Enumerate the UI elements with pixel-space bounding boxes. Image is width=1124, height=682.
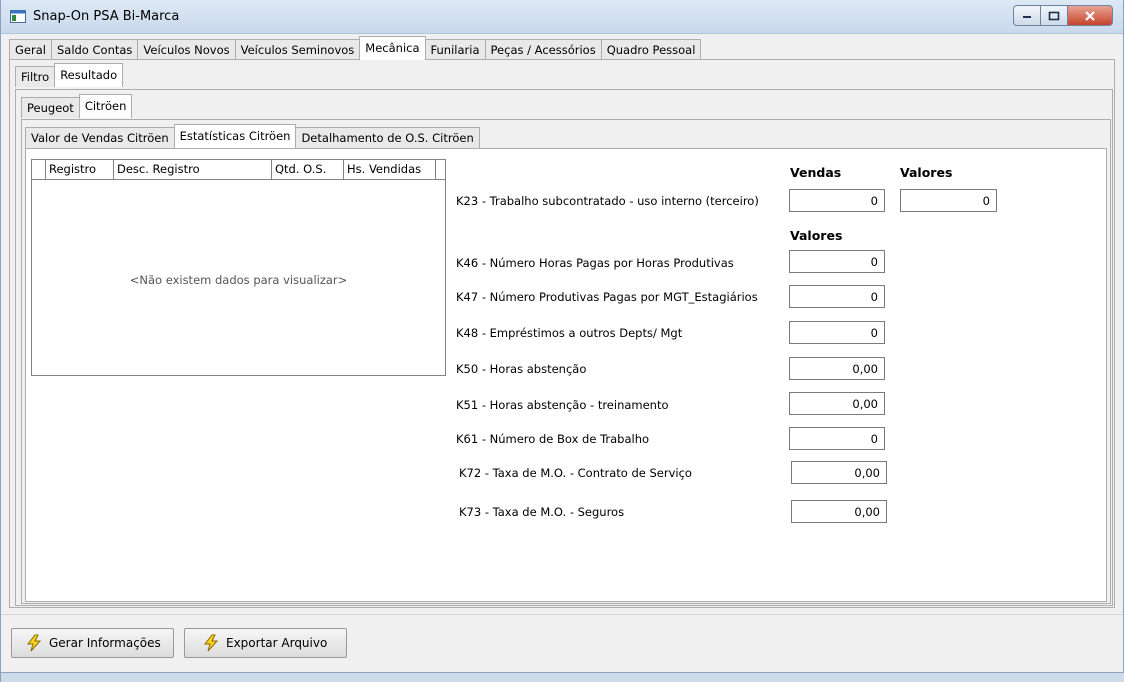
k72-field[interactable]: 0,00 xyxy=(791,461,887,484)
bottom-toolbar: Gerar Informações Exportar Arquivo xyxy=(1,614,1123,672)
k61-label: K61 - Número de Box de Trabalho xyxy=(456,432,650,446)
tab-geral[interactable]: Geral xyxy=(9,39,52,60)
k50-label: K50 - Horas abstenção xyxy=(456,362,587,376)
k47-label: K47 - Número Produtivas Pagas por MGT_Es… xyxy=(456,290,758,304)
lightning-icon xyxy=(203,634,219,652)
title-bar: Snap-On PSA Bi-Marca xyxy=(1,0,1123,34)
k50-field[interactable]: 0,00 xyxy=(789,357,885,380)
k46-field[interactable]: 0 xyxy=(789,250,885,273)
grid-empty-message: <Não existem dados para visualizar> xyxy=(129,273,348,287)
grid-header-hs-vendidas[interactable]: Hs. Vendidas xyxy=(344,160,436,179)
grid-header-qtd-os[interactable]: Qtd. O.S. xyxy=(272,160,344,179)
tab-detalhamento-os-citroen[interactable]: Detalhamento de O.S. Citröen xyxy=(295,127,480,148)
tab-pecas-acessorios[interactable]: Peças / Acessórios xyxy=(484,39,602,60)
lightning-icon xyxy=(26,634,42,652)
k47-field[interactable]: 0 xyxy=(789,285,885,308)
app-window-icon xyxy=(10,10,26,23)
close-icon xyxy=(1085,10,1095,21)
tab-funilaria[interactable]: Funilaria xyxy=(424,39,486,60)
exportar-arquivo-button[interactable]: Exportar Arquivo xyxy=(184,628,347,658)
k73-field[interactable]: 0,00 xyxy=(791,500,887,523)
gerar-informacoes-label: Gerar Informações xyxy=(49,636,161,650)
maximize-icon xyxy=(1048,11,1060,20)
grid-header-indicator xyxy=(32,160,46,179)
k23-valores-field[interactable]: 0 xyxy=(900,189,997,212)
close-button[interactable] xyxy=(1067,5,1113,26)
window-title: Snap-On PSA Bi-Marca xyxy=(33,9,180,24)
k46-label: K46 - Número Horas Pagas por Horas Produ… xyxy=(456,256,734,270)
k48-label: K48 - Empréstimos a outros Depts/ Mgt xyxy=(456,326,683,340)
k61-field[interactable]: 0 xyxy=(789,427,885,450)
k73-label: K73 - Taxa de M.O. - Seguros xyxy=(459,505,625,519)
app-window: Snap-On PSA Bi-Marca Geral Saldo Contas … xyxy=(0,0,1124,682)
gerar-informacoes-button[interactable]: Gerar Informações xyxy=(11,628,174,658)
header-vendas: Vendas xyxy=(790,165,842,180)
k23-vendas-field[interactable]: 0 xyxy=(789,189,885,212)
k72-label: K72 - Taxa de M.O. - Contrato de Serviço xyxy=(459,466,692,480)
tab-veiculos-seminovos[interactable]: Veículos Seminovos xyxy=(234,39,361,60)
minimize-icon xyxy=(1023,15,1031,18)
tab-peugeot[interactable]: Peugeot xyxy=(21,97,80,118)
window-bottom-border xyxy=(1,672,1124,682)
tab-estatisticas-citroen[interactable]: Estatísticas Citröen xyxy=(173,124,297,148)
grid-header-desc-registro[interactable]: Desc. Registro xyxy=(114,160,272,179)
tab-mecanica[interactable]: Mecânica xyxy=(359,36,426,60)
tab-filtro[interactable]: Filtro xyxy=(15,66,56,87)
tab-resultado[interactable]: Resultado xyxy=(54,63,124,87)
k51-label: K51 - Horas abstenção - treinamento xyxy=(456,398,669,412)
minimize-button[interactable] xyxy=(1013,5,1040,26)
k51-field[interactable]: 0,00 xyxy=(789,392,885,415)
tab-quadro-pessoal[interactable]: Quadro Pessoal xyxy=(600,39,702,60)
tab-valor-vendas-citroen[interactable]: Valor de Vendas Citröen xyxy=(25,127,175,148)
grid-header: Registro Desc. Registro Qtd. O.S. Hs. Ve… xyxy=(32,160,445,180)
k48-field[interactable]: 0 xyxy=(789,321,885,344)
k23-label: K23 - Trabalho subcontratado - uso inter… xyxy=(456,194,759,208)
tab-veiculos-novos[interactable]: Veículos Novos xyxy=(137,39,236,60)
grid-header-registro[interactable]: Registro xyxy=(46,160,114,179)
tab-citroen[interactable]: Citröen xyxy=(78,94,133,118)
exportar-arquivo-label: Exportar Arquivo xyxy=(226,636,328,650)
records-grid[interactable]: Registro Desc. Registro Qtd. O.S. Hs. Ve… xyxy=(31,159,446,376)
tab-saldo-contas[interactable]: Saldo Contas xyxy=(50,39,139,60)
maximize-button[interactable] xyxy=(1040,5,1067,26)
header-valores: Valores xyxy=(900,165,953,180)
header-valores-secondary: Valores xyxy=(790,228,843,243)
